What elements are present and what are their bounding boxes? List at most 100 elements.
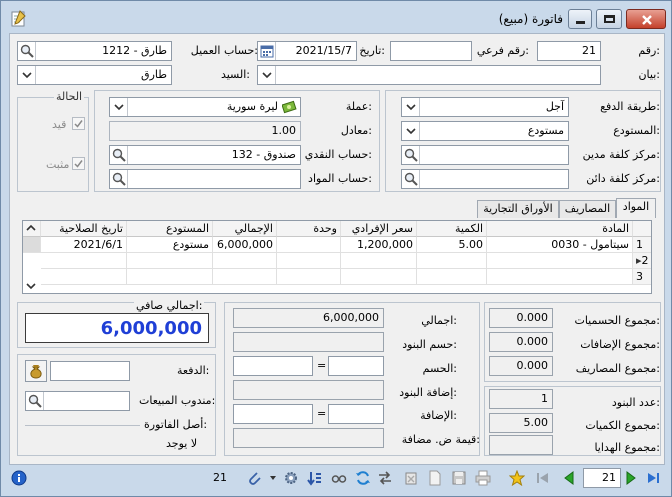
row1-warehouse[interactable]: مستودع — [127, 237, 213, 253]
number-field[interactable]: 21 — [537, 41, 601, 61]
row1-material[interactable]: 0030 - سيتامول — [487, 237, 633, 253]
row2-unit-price[interactable] — [341, 253, 417, 269]
chevron-down-icon — [21, 72, 32, 79]
tab-commercial-papers[interactable]: الأوراق التجارية — [477, 200, 559, 218]
fixed-checkbox[interactable] — [72, 157, 85, 170]
save-button[interactable] — [451, 470, 467, 486]
cash-account-search-button[interactable] — [110, 146, 128, 164]
row3-expiry[interactable] — [41, 269, 127, 285]
row2-unit[interactable] — [277, 253, 341, 269]
grid-scroll-down-button[interactable] — [23, 279, 41, 293]
qty-sum-field: 5.00 — [489, 413, 553, 433]
attachment-button[interactable] — [247, 470, 263, 486]
grid-scrollbar-thumb[interactable] — [23, 237, 41, 253]
warehouse-select[interactable]: مستودع — [401, 121, 569, 141]
date-field[interactable]: 2021/15/7 — [257, 41, 357, 61]
customer-search-button[interactable] — [18, 42, 36, 60]
rate-field[interactable]: 1.00 — [109, 121, 301, 141]
customer-field[interactable]: 1212 - طارق — [17, 41, 172, 61]
close-button[interactable] — [626, 9, 666, 29]
calendar-button[interactable] — [258, 42, 276, 60]
statement-field[interactable] — [257, 65, 601, 85]
materials-account-field[interactable] — [109, 169, 301, 189]
info-button[interactable] — [11, 470, 27, 486]
discount-amount-field[interactable] — [328, 356, 384, 376]
maximize-button[interactable] — [596, 9, 622, 29]
mr-dropdown-button[interactable] — [18, 66, 36, 84]
record-count: 21 — [213, 471, 227, 484]
settings-button[interactable] — [283, 470, 299, 486]
materials-account-search-button[interactable] — [110, 170, 128, 188]
sort-button[interactable] — [307, 470, 323, 486]
row1-expiry[interactable]: 2021/6/1 — [41, 237, 127, 253]
maximize-icon — [604, 15, 615, 23]
row3-warehouse[interactable] — [127, 269, 213, 285]
debit-center-search-button[interactable] — [402, 146, 420, 164]
next-record-button[interactable] — [623, 470, 639, 486]
refresh-button[interactable] — [355, 470, 371, 486]
statement-dropdown-button[interactable] — [258, 66, 276, 84]
mr-field[interactable]: طارق — [17, 65, 172, 85]
chevron-down-icon — [270, 476, 276, 480]
cash-account-field[interactable]: 132 - صندوق — [109, 145, 301, 165]
warehouse-dropdown[interactable] — [402, 122, 420, 140]
transfer-button[interactable] — [377, 470, 393, 486]
subnumber-field[interactable] — [390, 41, 472, 61]
currency-label: عملة: — [345, 100, 372, 113]
delete-button[interactable] — [403, 470, 419, 486]
row2-material[interactable] — [487, 253, 633, 269]
items-grid[interactable]: تاريخ الصلاحية المستودع الإجمالي وحدة سع… — [22, 220, 652, 294]
discount-percent-field[interactable] — [233, 356, 313, 376]
payment-method-select[interactable]: آجل — [401, 97, 569, 117]
sales-rep-search-button[interactable] — [26, 392, 44, 410]
payment-method-dropdown[interactable] — [402, 98, 420, 116]
row2-warehouse[interactable] — [127, 253, 213, 269]
row3-material[interactable] — [487, 269, 633, 285]
attachment-menu-button[interactable] — [265, 470, 281, 486]
row1-quantity[interactable]: 5.00 — [417, 237, 487, 253]
discounts-sum-field: 0.000 — [489, 308, 553, 328]
form-area: رقم: 21 رقم فرعي: تاريخ: 2021/15/7 حساب … — [9, 33, 665, 465]
close-icon — [642, 15, 652, 25]
addition-percent-field[interactable] — [233, 404, 313, 424]
tab-expenses[interactable]: المصاريف — [559, 200, 616, 218]
page-number-field[interactable]: 21 — [583, 468, 621, 488]
first-record-button[interactable] — [535, 470, 551, 486]
currency-dropdown[interactable] — [110, 98, 128, 116]
new-button[interactable] — [427, 470, 443, 486]
grid-scroll-up-button[interactable] — [23, 221, 41, 237]
expenses-sum-label: مجموع المصاريف: — [575, 362, 660, 375]
tab-materials[interactable]: المواد — [616, 198, 656, 218]
print-button[interactable] — [475, 470, 491, 486]
row3-index: 3 — [633, 269, 651, 285]
cash-account-label: حساب النقدي: — [304, 148, 372, 161]
row2-expiry[interactable] — [41, 253, 127, 269]
row1-unit[interactable] — [277, 237, 341, 253]
paid-button[interactable] — [25, 360, 47, 382]
debit-center-field[interactable] — [401, 145, 569, 165]
row1-unit-price[interactable]: 1,200,000 — [341, 237, 417, 253]
credit-center-search-button[interactable] — [402, 170, 420, 188]
row3-total[interactable] — [213, 269, 277, 285]
row3-quantity[interactable] — [417, 269, 487, 285]
debit-center-label: مركز كلفة مدين: — [582, 148, 660, 161]
row2-total[interactable] — [213, 253, 277, 269]
currency-select[interactable]: ليرة سورية — [109, 97, 301, 117]
last-record-button[interactable] — [645, 470, 661, 486]
minimize-icon — [576, 21, 585, 24]
paid-field[interactable] — [50, 361, 130, 381]
row3-unit[interactable] — [277, 269, 341, 285]
sales-rep-field[interactable] — [25, 391, 130, 411]
addition-amount-field[interactable] — [328, 404, 384, 424]
row3-unit-price[interactable] — [341, 269, 417, 285]
items-addition-field — [233, 380, 384, 400]
row2-quantity[interactable] — [417, 253, 487, 269]
view-button[interactable] — [331, 470, 347, 486]
minimize-button[interactable] — [568, 9, 592, 29]
row1-total[interactable]: 6,000,000 — [213, 237, 277, 253]
posted-checkbox[interactable] — [72, 117, 85, 130]
credit-center-field[interactable] — [401, 169, 569, 189]
previous-record-button[interactable] — [561, 470, 577, 486]
favorite-button[interactable] — [509, 470, 525, 486]
currency-value: ليرة سورية — [226, 100, 278, 113]
